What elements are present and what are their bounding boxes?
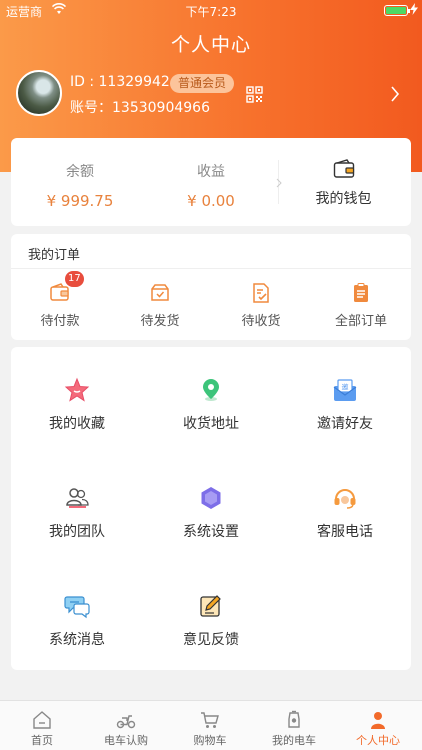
- chat-bubbles-icon: [64, 596, 90, 619]
- cart-icon: [201, 712, 219, 728]
- location-pin-icon: [203, 379, 219, 401]
- status-bar: 运营商 下午7:23: [0, 0, 422, 22]
- tab-label: 我的电车: [272, 734, 316, 747]
- service-settings[interactable]: 系统设置: [161, 485, 261, 541]
- battery-icon: [384, 5, 410, 16]
- qr-code-icon[interactable]: [246, 86, 263, 103]
- order-item-label: 全部订单: [334, 314, 387, 329]
- divider: [11, 268, 411, 269]
- services-grid: 我的收藏 收货地址 邀 邀请好友 我的团队 系统设置 客服电话 系统消息 意见反…: [11, 347, 411, 670]
- tab-label: 购物车: [193, 734, 227, 747]
- orders-card: 我的订单 17 待付款 待发货 待收货 全部订单: [11, 234, 411, 340]
- chevron-right-icon[interactable]: [390, 86, 400, 102]
- tab-cart[interactable]: 购物车: [168, 701, 252, 750]
- tab-label: 个人中心: [356, 734, 400, 747]
- order-item-label: 待发货: [140, 314, 180, 329]
- service-address[interactable]: 收货地址: [161, 377, 261, 433]
- balance-value: ¥ 999.75: [46, 192, 114, 210]
- svg-text:邀: 邀: [342, 383, 349, 392]
- receive-doc-icon: [250, 282, 272, 304]
- orders-title: 我的订单: [28, 248, 81, 263]
- service-invite[interactable]: 邀 邀请好友: [295, 377, 395, 433]
- star-icon: [64, 377, 90, 402]
- headset-icon: [334, 489, 356, 509]
- bottom-tab-bar: 首页 电车认购 购物车 我的电车 个人中心: [0, 700, 422, 750]
- clipboard-icon: [350, 282, 372, 304]
- status-time: 下午7:23: [185, 5, 237, 19]
- team-icon: [66, 488, 89, 508]
- tab-ebike-subscription[interactable]: 电车认购: [84, 701, 168, 750]
- wallet-icon[interactable]: [333, 159, 355, 179]
- service-label: 意见反馈: [183, 632, 239, 648]
- member-badge: 普通会员: [170, 74, 235, 93]
- feedback-edit-icon: [200, 595, 221, 617]
- chevron-right-icon: [276, 178, 282, 188]
- order-awaiting-shipment[interactable]: 待发货: [120, 282, 200, 329]
- settings-hexagon-icon: [201, 487, 221, 509]
- service-feedback[interactable]: 意见反馈: [161, 593, 261, 649]
- service-label: 我的团队: [49, 524, 105, 540]
- service-label: 系统设置: [183, 524, 239, 540]
- service-messages[interactable]: 系统消息: [27, 593, 127, 649]
- ebike-icon: [288, 710, 300, 728]
- service-label: 系统消息: [49, 632, 105, 648]
- box-ship-icon: [149, 282, 171, 304]
- earnings-section[interactable]: 收益 ¥ 0.00: [166, 138, 256, 226]
- order-awaiting-receipt[interactable]: 待收货: [221, 282, 301, 329]
- earnings-label: 收益: [197, 164, 225, 180]
- person-icon: [371, 712, 385, 729]
- service-label: 邀请好友: [317, 416, 373, 432]
- page-title: 个人中心: [170, 34, 251, 56]
- service-team[interactable]: 我的团队: [27, 485, 127, 541]
- order-pending-payment[interactable]: 17 待付款: [20, 271, 100, 329]
- earnings-value: ¥ 0.00: [187, 192, 235, 210]
- service-favorites[interactable]: 我的收藏: [27, 377, 127, 433]
- service-label: 收货地址: [183, 416, 239, 432]
- account-number: 账号：13530904966: [70, 100, 210, 116]
- tab-home[interactable]: 首页: [0, 701, 84, 750]
- avatar[interactable]: [16, 70, 62, 116]
- charging-icon: [410, 3, 418, 15]
- wallet-pending-icon: 17: [49, 271, 84, 304]
- pending-count-badge: 17: [65, 271, 84, 287]
- scooter-icon: [116, 715, 136, 729]
- tab-my-ebike[interactable]: 我的电车: [252, 701, 336, 750]
- service-hotline[interactable]: 客服电话: [295, 485, 395, 541]
- service-label: 客服电话: [317, 524, 373, 540]
- order-item-label: 待付款: [40, 314, 80, 329]
- balance-label: 余额: [66, 164, 94, 180]
- order-item-label: 待收货: [241, 314, 281, 329]
- order-all[interactable]: 全部订单: [321, 282, 401, 329]
- user-id: ID : 11329942: [70, 74, 170, 90]
- service-label: 我的收藏: [49, 416, 105, 432]
- balance-section[interactable]: 余额 ¥ 999.75: [35, 138, 125, 226]
- invite-envelope-icon: 邀: [333, 379, 357, 401]
- tab-label: 电车认购: [104, 734, 148, 747]
- wallet-card: 余额 ¥ 999.75 收益 ¥ 0.00 我的钱包: [11, 138, 411, 226]
- tab-profile[interactable]: 个人中心: [336, 701, 420, 750]
- home-icon: [33, 711, 51, 729]
- tab-label: 首页: [31, 734, 53, 747]
- my-wallet-label[interactable]: 我的钱包: [311, 188, 376, 208]
